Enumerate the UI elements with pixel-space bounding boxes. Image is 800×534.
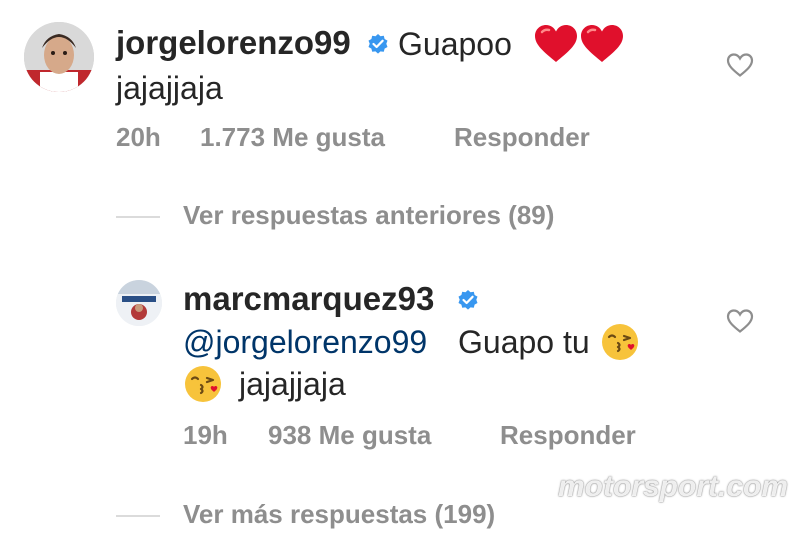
comment-text-line2: jajajjaja [239, 366, 346, 402]
comment-text: Guapo tu [458, 324, 590, 360]
like-heart-icon[interactable] [726, 52, 754, 83]
reply-button[interactable]: Responder [500, 420, 636, 451]
watermark-logo: motorsport.com [558, 470, 789, 503]
kiss-emoji-icon [183, 364, 223, 404]
comment-username[interactable]: jorgelorenzo99 [116, 24, 351, 62]
kiss-emoji-icon [600, 322, 640, 362]
avatar-marcmarquez93[interactable] [116, 280, 162, 326]
view-previous-replies[interactable]: Ver respuestas anteriores (89) [183, 200, 554, 231]
divider-line [116, 216, 160, 218]
verified-badge-icon [458, 290, 478, 310]
view-more-replies[interactable]: Ver más respuestas (199) [183, 499, 495, 530]
reply-button[interactable]: Responder [454, 122, 590, 153]
comment-text-line2: jajajjaja [116, 70, 223, 106]
divider-line [116, 515, 160, 517]
mention-link[interactable]: @jorgelorenzo99 [183, 324, 427, 361]
comment-likes-count[interactable]: 938 Me gusta [268, 420, 431, 451]
comment-time: 20h [116, 122, 161, 152]
avatar-photo [116, 280, 162, 326]
comment-username[interactable]: marcmarquez93 [183, 280, 434, 318]
heart-emoji-icon [534, 24, 578, 64]
avatar-photo [24, 22, 94, 92]
comment-likes-count[interactable]: 1.773 Me gusta [200, 122, 385, 153]
heart-emoji-icon [580, 24, 624, 64]
avatar-jorgelorenzo99[interactable] [24, 22, 94, 92]
comment-text: Guapoo [398, 26, 512, 62]
comment-time: 19h [183, 420, 228, 450]
like-heart-icon[interactable] [726, 308, 754, 339]
verified-badge-icon [368, 34, 388, 54]
